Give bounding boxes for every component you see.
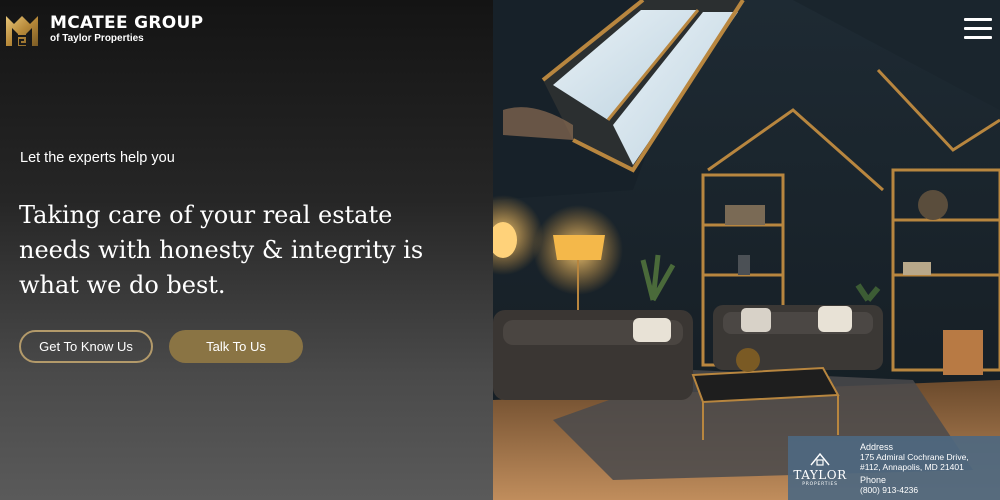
address-line-1: 175 Admiral Cochrane Drive,: [860, 452, 969, 462]
mg-monogram-icon: [6, 16, 38, 46]
house-icon: [810, 452, 830, 466]
brand-logo[interactable]: MCATEE GROUP of Taylor Properties: [4, 10, 203, 48]
get-to-know-us-button[interactable]: Get To Know Us: [19, 330, 153, 363]
talk-to-us-button[interactable]: Talk To Us: [169, 330, 303, 363]
hero-headline: Taking care of your real estate needs wi…: [19, 201, 424, 299]
hero-interior-photo: [493, 0, 1000, 500]
phone-number[interactable]: (800) 913-4236: [860, 485, 969, 495]
brand-title: MCATEE GROUP: [50, 13, 204, 33]
hamburger-menu-icon[interactable]: [964, 18, 992, 40]
contact-card: TAYLOR PROPERTIES Address 175 Admiral Co…: [788, 436, 1000, 500]
brand-subtitle: of Taylor Properties: [50, 33, 144, 44]
taylor-logo-text: TAYLOR: [793, 468, 847, 482]
address-label: Address: [860, 442, 894, 452]
living-room-illustration: [493, 0, 1000, 500]
taylor-properties-logo: TAYLOR PROPERTIES: [788, 436, 852, 500]
taylor-logo-subtext: PROPERTIES: [802, 482, 838, 487]
phone-label: Phone: [860, 475, 887, 485]
address-line-2: #112, Annapolis, MD 21401: [860, 462, 964, 472]
hero-eyebrow: Let the experts help you: [20, 150, 175, 166]
contact-info: Address 175 Admiral Cochrane Drive, #112…: [852, 436, 969, 500]
hero-panel: MCATEE GROUP of Taylor Properties Let th…: [0, 0, 493, 500]
